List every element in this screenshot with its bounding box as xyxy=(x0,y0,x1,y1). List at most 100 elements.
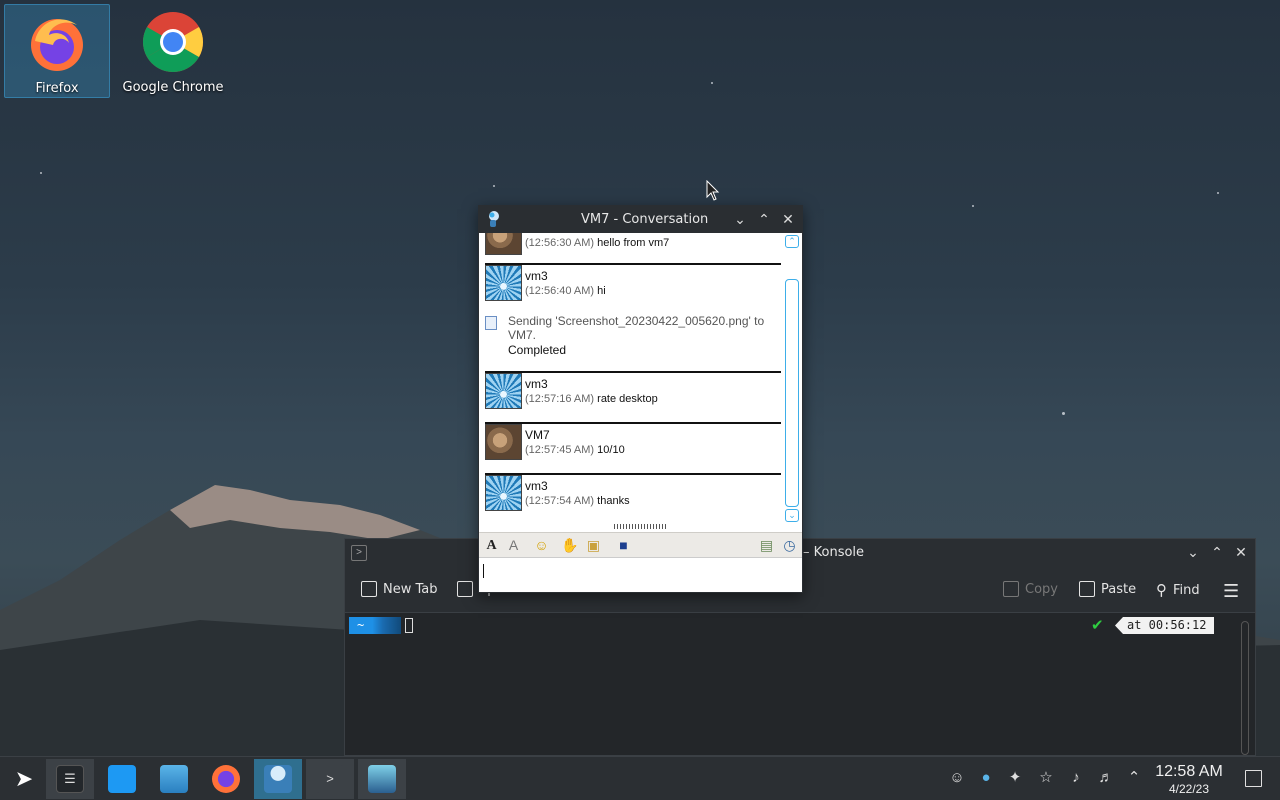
taskbar-firefox[interactable] xyxy=(202,759,250,799)
desktop-icon-chrome[interactable]: Google Chrome xyxy=(120,4,226,98)
chevron-up-icon[interactable]: ⌃ xyxy=(1125,769,1143,787)
clock[interactable]: 12:58 AM 4/22/23 xyxy=(1150,763,1228,796)
message-line: (12:57:54 AM) thanks xyxy=(525,495,630,507)
clock-time: 12:58 AM xyxy=(1155,763,1223,780)
kde-connect-icon[interactable]: ✦ xyxy=(1006,769,1024,787)
splitter-grip[interactable] xyxy=(614,524,668,529)
text-caret xyxy=(483,564,484,578)
chat-message: VM7 (12:57:45 AM) 10/10 xyxy=(485,422,781,462)
invite-icon[interactable]: ▤ xyxy=(758,537,775,554)
user-icon[interactable]: ☺ xyxy=(948,769,966,787)
minimize-button[interactable]: ⌄ xyxy=(1185,543,1201,561)
save-icon[interactable]: ■ xyxy=(615,537,632,554)
file-transfer-status: Completed xyxy=(508,343,567,357)
star xyxy=(493,185,495,187)
scroll-down-arrow[interactable]: ⌄ xyxy=(785,509,799,522)
hamburger-menu-button[interactable]: ☰ xyxy=(1223,581,1239,602)
desktop-icon-label: Firefox xyxy=(35,81,79,96)
pinwheel-avatar xyxy=(485,475,522,511)
copy-button[interactable]: Copy xyxy=(1003,581,1058,597)
find-button[interactable]: ⚲ Find xyxy=(1156,581,1200,599)
taskbar-discover[interactable] xyxy=(98,759,146,799)
desktop-icon-label: Google Chrome xyxy=(122,80,224,95)
scrollbar-thumb[interactable] xyxy=(785,279,799,507)
star xyxy=(1217,192,1219,194)
prompt-time: at 00:56:12 xyxy=(1115,617,1215,634)
desktop-icon-firefox[interactable]: Firefox xyxy=(4,4,110,98)
chat-message: vm3 (12:57:54 AM) thanks xyxy=(485,473,781,513)
cat-avatar xyxy=(485,424,522,460)
maximize-button[interactable]: ⌃ xyxy=(1209,543,1225,561)
nudge-icon[interactable]: ✋ xyxy=(561,537,578,554)
message-time: (12:57:45 AM) xyxy=(525,444,595,456)
pinwheel-avatar xyxy=(485,373,522,409)
chat-scrollbar[interactable]: ⌃ ⌄ xyxy=(784,233,800,523)
terminal-icon: > xyxy=(316,765,344,793)
clock-date: 4/22/23 xyxy=(1168,782,1210,796)
maximize-button[interactable]: ⌃ xyxy=(756,210,772,228)
close-button[interactable]: ✕ xyxy=(780,210,796,228)
firefox-icon xyxy=(212,765,240,793)
font-icon[interactable]: A xyxy=(483,537,500,554)
message-input[interactable] xyxy=(479,557,802,592)
file-transfer-text: Sending 'Screenshot_20230422_005620.png'… xyxy=(508,314,765,342)
copy-icon xyxy=(1003,581,1019,597)
conversation-titlebar[interactable]: VM7 - Conversation ⌄ ⌃ ✕ xyxy=(479,206,802,233)
message-line: (12:57:45 AM) 10/10 xyxy=(525,444,625,456)
message-sender: vm3 xyxy=(525,377,548,391)
close-button[interactable]: ✕ xyxy=(1233,543,1249,561)
minimize-button[interactable]: ⌄ xyxy=(732,210,748,228)
message-line: (12:57:16 AM) rate desktop xyxy=(525,393,658,405)
conversation-title: VM7 - Conversation xyxy=(581,212,709,227)
taskbar-messenger[interactable] xyxy=(254,759,302,799)
message-sender: vm3 xyxy=(525,269,548,283)
app-launcher-button[interactable]: ➤ xyxy=(0,759,48,799)
terminal-cursor xyxy=(405,618,413,633)
taskbar: ➤ ☰ > ☺ ● ✦ ☆ ♪ ♬ ⌃ 12:58 AM 4/22/23 xyxy=(0,756,1280,800)
messenger-tray-icon[interactable]: ● xyxy=(977,769,995,787)
taskbar-konsole[interactable]: > xyxy=(306,759,354,799)
star xyxy=(711,82,713,84)
message-time: (12:57:54 AM) xyxy=(525,495,595,507)
message-time: (12:57:16 AM) xyxy=(525,393,595,405)
message-text: thanks xyxy=(597,495,630,507)
prompt-directory: ~ xyxy=(349,617,401,634)
chrome-icon xyxy=(142,12,204,73)
pinwheel-avatar xyxy=(485,265,522,301)
show-desktop-button[interactable] xyxy=(1245,770,1262,787)
paste-button[interactable]: Paste xyxy=(1079,581,1136,597)
volume-icon[interactable]: ♬ xyxy=(1097,769,1115,787)
conversation-window[interactable]: VM7 - Conversation ⌄ ⌃ ✕ (12:56:30 AM) h… xyxy=(478,205,803,593)
scroll-up-arrow[interactable]: ⌃ xyxy=(785,235,799,248)
chat-message: (12:56:30 AM) hello from vm7 xyxy=(485,233,781,255)
network-icon[interactable]: ☆ xyxy=(1037,769,1055,787)
taskbar-settings[interactable]: ☰ xyxy=(46,759,94,799)
terminal-area[interactable]: ~ ✔ at 00:56:12 xyxy=(345,613,1255,755)
taskbar-files[interactable] xyxy=(150,759,198,799)
smiley-icon[interactable]: ☺ xyxy=(533,537,550,554)
chat-history[interactable]: (12:56:30 AM) hello from vm7 vm3 (12:56:… xyxy=(479,233,802,525)
search-icon: ⚲ xyxy=(1156,581,1167,599)
firefox-icon xyxy=(31,19,83,71)
konsole-title: – Konsole xyxy=(803,545,865,560)
checkmark-icon: ✔ xyxy=(1091,617,1104,634)
new-tab-button[interactable]: New Tab xyxy=(361,581,438,597)
settings-icon: ☰ xyxy=(56,765,84,793)
send-file-icon[interactable]: ▣ xyxy=(585,537,602,554)
history-icon[interactable]: ◷ xyxy=(781,537,798,554)
hamburger-menu-icon: ☰ xyxy=(1223,581,1240,602)
new-tab-icon xyxy=(361,581,377,597)
microphone-muted-icon[interactable]: ♪ xyxy=(1067,769,1085,787)
star xyxy=(40,172,42,174)
message-line: (12:56:40 AM) hi xyxy=(525,285,606,297)
star xyxy=(972,205,974,207)
message-text: 10/10 xyxy=(597,444,625,456)
terminal-scrollbar[interactable] xyxy=(1241,621,1249,755)
taskbar-screenshot[interactable] xyxy=(358,759,406,799)
cat-avatar xyxy=(485,233,522,255)
folder-icon xyxy=(160,765,188,793)
split-view-icon xyxy=(457,581,473,597)
font-color-icon[interactable]: A xyxy=(505,537,522,554)
formatting-toolbar: A A ☺ ✋ ▣ ■ ▤ ◷ xyxy=(479,532,802,557)
message-sender: VM7 xyxy=(525,428,550,442)
